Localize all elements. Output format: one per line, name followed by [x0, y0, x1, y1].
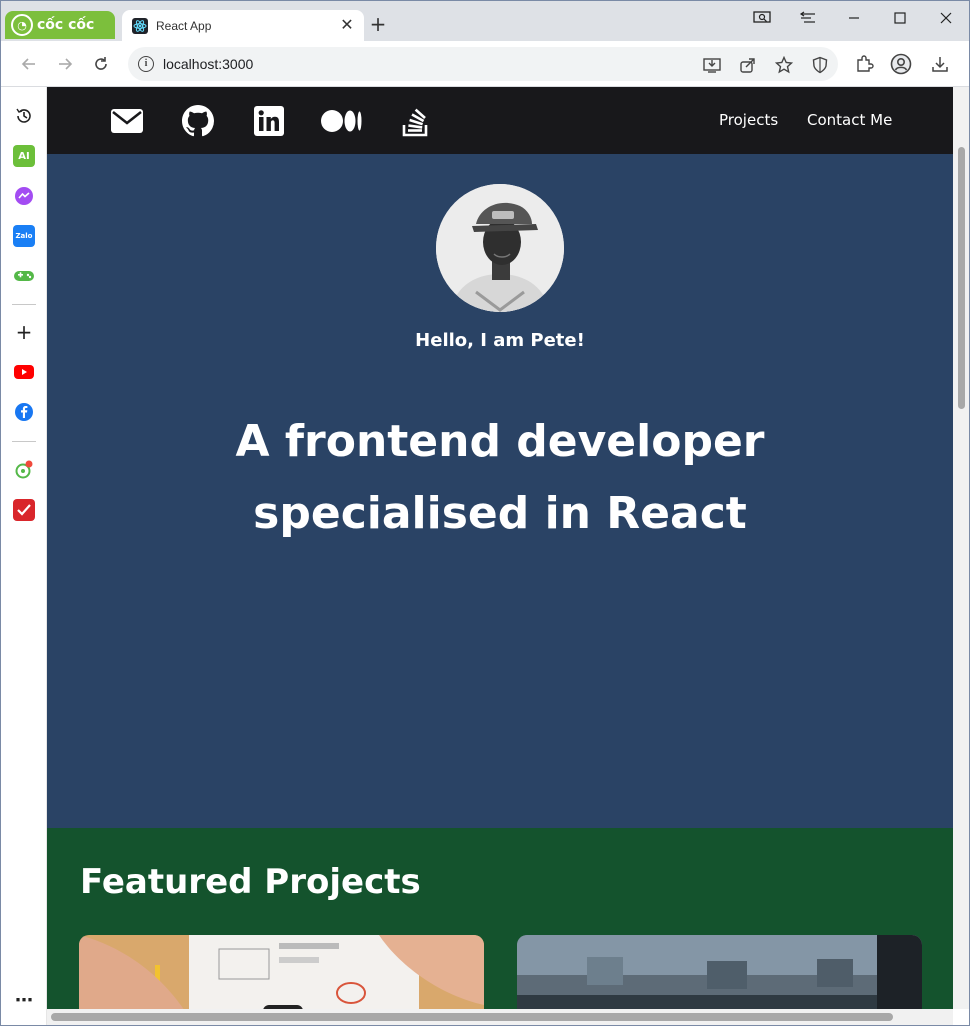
title-bar: ◔ cốc cốc React App ✕ + — [1, 1, 969, 41]
address-bar[interactable]: i localhost:3000 — [128, 47, 838, 81]
close-window-icon[interactable] — [931, 7, 961, 29]
nav-link-contact[interactable]: Contact Me — [807, 111, 892, 129]
install-app-icon[interactable] — [702, 55, 722, 75]
extensions-puzzle-icon[interactable] — [853, 53, 875, 75]
tab-search-icon[interactable] — [793, 7, 823, 29]
hero-headline-line-2: specialised in React — [253, 488, 747, 539]
coccoc-logo-icon: ◔ — [11, 14, 33, 36]
bookmark-star-icon[interactable] — [774, 55, 794, 75]
sidebar-divider — [12, 304, 36, 305]
browser-window: ◔ cốc cốc React App ✕ + i localhost:3000… — [0, 0, 970, 1026]
maximize-icon[interactable] — [885, 7, 915, 29]
hero-headline-line-1: A frontend developer — [235, 416, 765, 467]
hero-headline: A frontend developer specialised in Reac… — [47, 406, 953, 550]
browser-sidebar: AI Zalo + ⋯ — [1, 87, 47, 1025]
browser-toolbar: i localhost:3000 — [1, 41, 969, 87]
projects-title: Featured Projects — [80, 862, 421, 902]
todo-check-icon[interactable] — [13, 499, 35, 521]
site-info-icon[interactable]: i — [138, 56, 154, 72]
tab-title: React App — [156, 18, 212, 33]
reload-icon[interactable] — [89, 52, 113, 76]
vertical-scrollbar[interactable] — [953, 87, 969, 1009]
screen-capture-icon[interactable] — [747, 7, 777, 29]
back-arrow-icon[interactable] — [17, 52, 41, 76]
horizontal-scrollbar-thumb[interactable] — [51, 1013, 893, 1021]
project-card-image[interactable] — [79, 935, 484, 1009]
profile-avatar — [436, 184, 564, 312]
forward-arrow-icon[interactable] — [53, 52, 77, 76]
zalo-icon[interactable]: Zalo — [13, 225, 35, 247]
browser-brand-button[interactable]: ◔ cốc cốc — [5, 11, 115, 39]
share-icon[interactable] — [738, 55, 758, 75]
game-controller-icon[interactable] — [13, 265, 35, 287]
project-card-image[interactable] — [517, 935, 922, 1009]
shield-icon[interactable] — [810, 55, 830, 75]
ai-assistant-icon[interactable]: AI — [13, 145, 35, 167]
download-icon[interactable] — [929, 53, 951, 75]
react-favicon-icon — [132, 17, 148, 34]
youtube-icon[interactable] — [13, 361, 35, 383]
github-icon[interactable] — [181, 105, 215, 137]
horizontal-scrollbar[interactable] — [47, 1009, 953, 1025]
add-shortcut-icon[interactable]: + — [13, 320, 35, 344]
nav-link-projects[interactable]: Projects — [719, 111, 778, 129]
linkedin-icon[interactable] — [252, 105, 286, 137]
medium-icon[interactable] — [320, 105, 364, 137]
projects-section: Featured Projects — [47, 828, 953, 1009]
url-text[interactable]: localhost:3000 — [163, 56, 253, 72]
site-header: Projects Contact Me — [47, 87, 953, 154]
more-options-icon[interactable]: ⋯ — [13, 989, 35, 1011]
envelope-icon[interactable] — [110, 105, 144, 137]
messenger-icon[interactable] — [13, 185, 35, 207]
profile-avatar-icon[interactable] — [890, 53, 912, 75]
new-tab-icon[interactable]: + — [367, 13, 389, 35]
vertical-scrollbar-thumb[interactable] — [958, 147, 965, 409]
facebook-icon[interactable] — [13, 401, 35, 423]
hero-section: Hello, I am Pete! A frontend developer s… — [47, 154, 953, 828]
sidebar-divider — [12, 441, 36, 442]
stackoverflow-icon[interactable] — [399, 105, 433, 137]
close-tab-icon[interactable]: ✕ — [338, 16, 356, 34]
hero-greeting: Hello, I am Pete! — [415, 330, 585, 351]
map-pin-icon[interactable] — [13, 459, 35, 481]
page-viewport: Projects Contact Me Hello, I am Pete! A … — [47, 87, 953, 1009]
minimize-icon[interactable] — [839, 7, 869, 29]
tab-react-app[interactable]: React App ✕ — [122, 10, 364, 41]
browser-brand-label: cốc cốc — [37, 17, 95, 33]
history-clock-icon[interactable] — [13, 105, 35, 127]
